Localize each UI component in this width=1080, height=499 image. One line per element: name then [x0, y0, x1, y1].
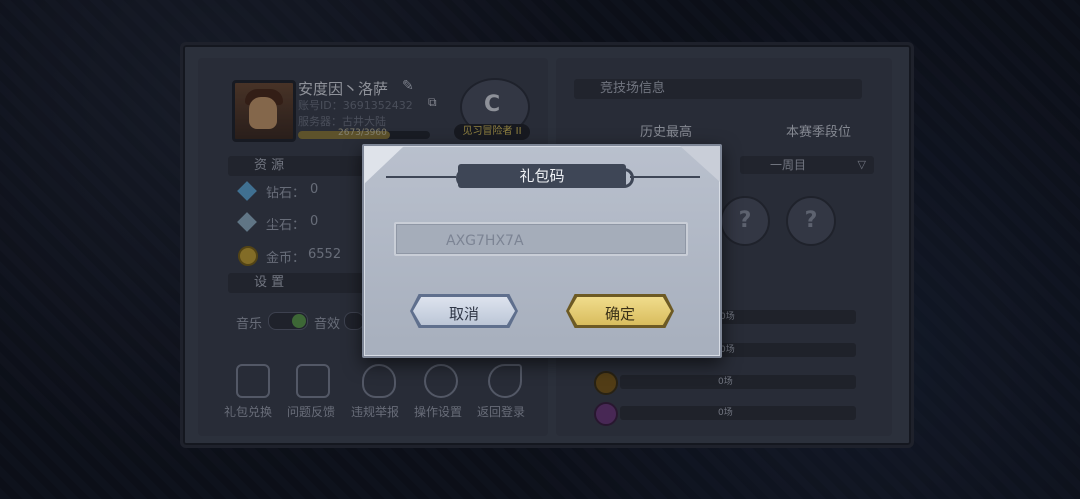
confirm-button-label: 确定: [569, 297, 671, 325]
confirm-button[interactable]: 确定: [566, 294, 674, 328]
corner-decoration: [364, 146, 404, 184]
cancel-button[interactable]: 取消: [410, 294, 518, 328]
gift-code-input[interactable]: AXG7HX7A: [394, 222, 688, 256]
gift-code-dialog: 礼包码 AXG7HX7A 取消 确定: [362, 144, 722, 358]
title-ornament-right: [630, 176, 700, 178]
dialog-title: 礼包码: [458, 164, 626, 188]
cancel-button-label: 取消: [413, 297, 515, 325]
title-ornament-left: [386, 176, 456, 178]
